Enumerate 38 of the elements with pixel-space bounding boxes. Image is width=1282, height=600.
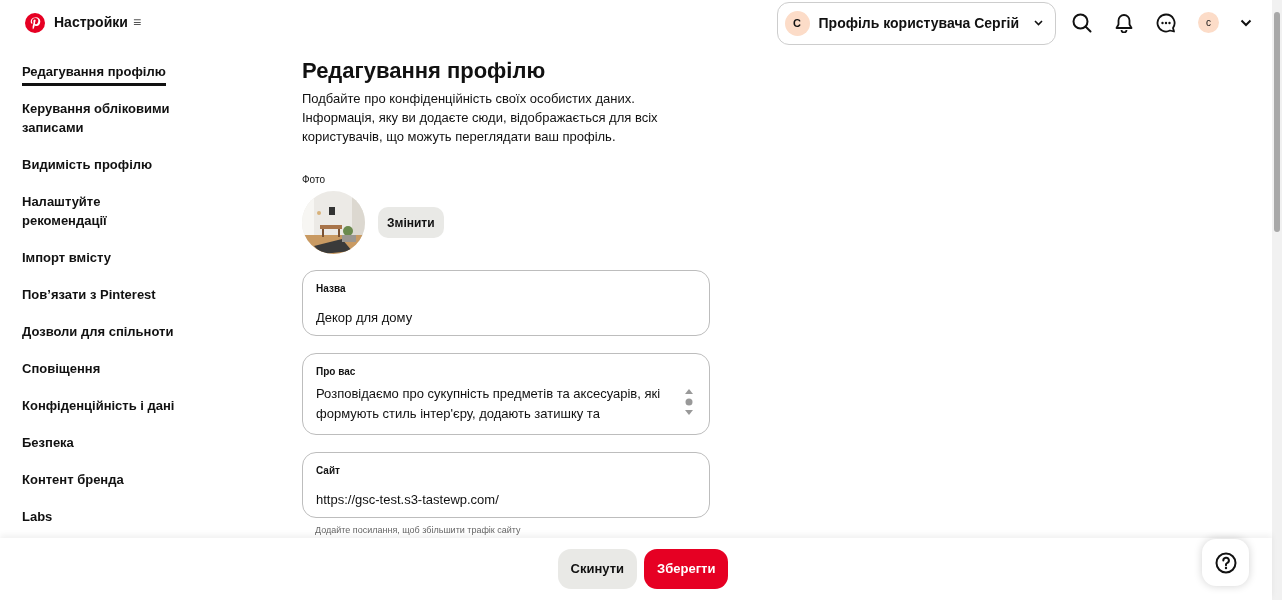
chevron-down-icon <box>1034 20 1043 26</box>
reset-button[interactable]: Скинути <box>557 549 638 589</box>
sidebar-item[interactable]: Налаштуйте рекомендації <box>22 192 182 230</box>
page-title: Редагування профілю <box>302 57 547 85</box>
pinterest-logo-icon[interactable] <box>25 12 45 33</box>
sidebar-item[interactable]: Дозволи для спільноти <box>22 322 182 341</box>
change-photo-button[interactable]: Змінити <box>378 207 444 238</box>
sidebar-item[interactable]: Редагування профілю <box>22 62 166 86</box>
help-icon <box>1214 551 1237 574</box>
profile-avatar: C <box>784 10 810 36</box>
search-icon[interactable] <box>1072 12 1092 33</box>
menu-icon[interactable]: ≡ <box>132 12 142 33</box>
user-avatar[interactable]: c <box>1198 12 1219 33</box>
save-button[interactable]: Зберегти <box>644 549 729 589</box>
page-description: Подбайте про конфіденційність своїх особистих даних. Інформація, яку ви додаєте сюди, відображається для всіх користувачів, що можуть переглядати ваш профіль. <box>302 90 659 146</box>
photo-label: Фото <box>302 173 326 187</box>
profile-name: Профіль користувача Сергій <box>818 13 1019 33</box>
chat-icon[interactable] <box>1156 12 1176 33</box>
sidebar-item[interactable]: Сповіщення <box>22 359 182 378</box>
field-hint: Додайте посилання, щоб збільшити трафік сайту <box>315 524 522 537</box>
sidebar-item[interactable]: Безпека <box>22 433 182 452</box>
input-field[interactable]: Назва Декор для дому <box>302 270 710 336</box>
sidebar-item[interactable]: Видимість профілю <box>22 155 182 174</box>
sidebar-item[interactable]: Конфіденційність і дані <box>22 396 182 415</box>
chevron-down-icon[interactable] <box>1240 18 1252 27</box>
profile-switcher[interactable]: C Профіль користувача Сергій <box>776 1 1056 45</box>
settings-title: Настройки <box>54 13 128 32</box>
sidebar-item[interactable]: Керування обліковими записами <box>22 99 182 137</box>
help-button[interactable] <box>1202 539 1249 586</box>
sidebar-item[interactable]: Імпорт вмісту <box>22 248 182 267</box>
bell-icon[interactable] <box>1114 12 1134 33</box>
sidebar-item[interactable]: Пов’язати з Pinterest <box>22 285 182 304</box>
scrollbar-drawing[interactable] <box>1272 0 1282 600</box>
input-field[interactable]: Сайт https://gsc-test.s3-tastewp.com/ <box>302 452 710 518</box>
sidebar-item[interactable]: Контент бренда <box>22 470 182 489</box>
sidebar-item[interactable]: Labs <box>22 507 182 526</box>
about-field[interactable]: Про вас Розповідаємо про сукупність предметів та аксесуарів, які формують стиль інтер'єру, додають затишку та <box>302 353 710 435</box>
scrollbar-drawing[interactable] <box>684 388 694 416</box>
